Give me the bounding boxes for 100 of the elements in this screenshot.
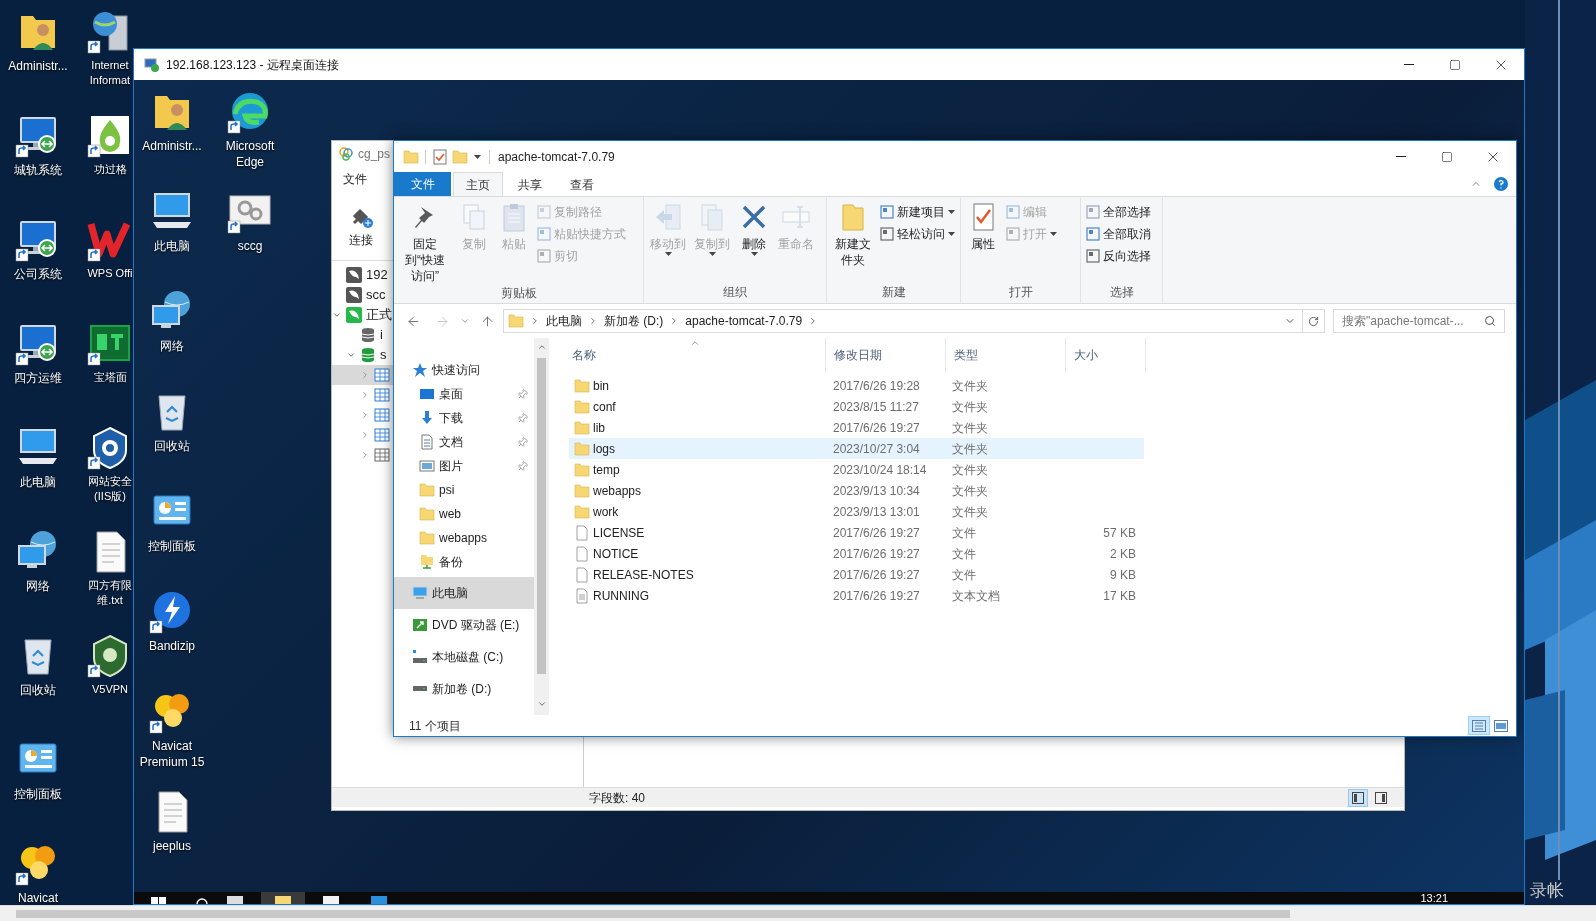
icon-label[interactable]: Administr... xyxy=(8,58,68,74)
file-row[interactable]: work 2023/9/13 13:01 文件夹 xyxy=(569,501,1144,522)
ribbon-button[interactable]: 全部选择 xyxy=(1084,201,1153,223)
details-view-button[interactable] xyxy=(1468,716,1490,735)
breadcrumb[interactable]: 新加卷 (D:) xyxy=(604,312,664,330)
start-icon[interactable] xyxy=(151,897,167,904)
ribbon-tab[interactable]: 主页 xyxy=(453,172,503,196)
up-icon[interactable] xyxy=(480,313,495,329)
icon-label[interactable]: 四方运维 xyxy=(14,370,62,386)
tree-item[interactable]: s xyxy=(332,345,393,365)
view-toggle-button[interactable] xyxy=(1348,788,1368,807)
nav-item[interactable]: 文档 xyxy=(394,430,534,454)
ribbon-button[interactable]: 属性 xyxy=(964,197,1002,252)
icon-label[interactable]: 回收站 xyxy=(154,438,190,454)
menu-item[interactable]: 文件 xyxy=(337,169,373,188)
nav-item[interactable]: 备份 xyxy=(394,550,534,574)
folder-icon xyxy=(403,148,419,165)
nav-item[interactable]: 此电脑 xyxy=(394,577,534,609)
icon-label[interactable]: 四方有限 维.txt xyxy=(88,578,132,608)
help-icon[interactable] xyxy=(1494,177,1508,191)
icon-label[interactable]: 此电脑 xyxy=(20,474,56,490)
breadcrumb[interactable]: 此电脑 xyxy=(546,312,582,330)
ribbon-button[interactable]: 删除 xyxy=(735,197,773,256)
ribbon-tab[interactable]: 查看 xyxy=(557,172,607,196)
nav-item[interactable]: 本地磁盘 (C:) xyxy=(394,641,534,673)
nav-item[interactable]: 快速访问 xyxy=(394,358,534,382)
ribbon-tab[interactable]: 共享 xyxy=(505,172,555,196)
icon-label[interactable]: 网站安全 (IIS版) xyxy=(88,474,132,504)
icon-label[interactable]: 功过格 xyxy=(93,162,127,177)
icon-label[interactable]: sccg xyxy=(237,238,263,254)
nav-item[interactable]: 图片 xyxy=(394,454,534,478)
ribbon-button[interactable]: 固定到“快速访问” xyxy=(397,197,453,284)
file-row[interactable]: NOTICE 2017/6/26 19:27 文件 2 KB xyxy=(569,543,1144,564)
icon-label[interactable]: Bandizip xyxy=(149,638,195,654)
file-row[interactable]: logs 2023/10/27 3:04 文件夹 xyxy=(569,438,1144,459)
icon-label[interactable]: Microsoft Edge xyxy=(225,138,275,170)
nav-item[interactable]: 桌面 xyxy=(394,382,534,406)
icon-label[interactable]: 控制面板 xyxy=(14,786,62,802)
ribbon-button[interactable]: 新建项目 xyxy=(878,201,957,223)
icon-label[interactable]: 公司系统 xyxy=(14,266,62,282)
scroll-thumb[interactable] xyxy=(537,358,546,674)
nav-item[interactable]: 下载 xyxy=(394,406,534,430)
search-field[interactable]: 搜索"apache-tomcat-... xyxy=(1333,309,1505,333)
sort-ascending-icon xyxy=(689,338,700,348)
icon-label[interactable]: Navicat Premium 15 xyxy=(139,738,205,770)
back-icon[interactable] xyxy=(406,313,421,329)
icon-label[interactable]: V5VPN xyxy=(91,682,129,697)
icon-label[interactable]: 控制面板 xyxy=(148,538,196,554)
file-row[interactable]: conf 2023/8/15 11:27 文件夹 xyxy=(569,396,1144,417)
icon-label[interactable]: 网络 xyxy=(160,338,184,354)
minimize-icon xyxy=(1396,156,1406,157)
icon-label[interactable]: Administr... xyxy=(142,138,202,154)
ribbon-button[interactable]: 反向选择 xyxy=(1084,245,1153,267)
icon-label[interactable]: 城轨系统 xyxy=(14,162,62,178)
file-tab[interactable]: 文件 xyxy=(394,172,451,196)
column-header[interactable]: 大小 xyxy=(1066,338,1146,372)
connect-button[interactable]: 连接 xyxy=(346,191,376,249)
column-header[interactable]: 类型 xyxy=(946,338,1066,372)
nav-item[interactable]: web xyxy=(394,502,534,526)
icon-label[interactable]: 网络 xyxy=(26,578,50,594)
tree-item[interactable] xyxy=(332,365,393,385)
icon-label[interactable]: 宝塔面 xyxy=(93,370,127,385)
breadcrumb[interactable]: apache-tomcat-7.0.79 xyxy=(685,312,803,330)
nav-item[interactable]: 新加卷 (D:) xyxy=(394,673,534,705)
folder-icon[interactable] xyxy=(261,892,305,904)
tree-item[interactable]: 192 xyxy=(332,265,393,285)
file-type: 文本文档 xyxy=(951,587,1001,605)
file-row[interactable]: temp 2023/10/24 18:14 文件夹 xyxy=(569,459,1144,480)
icon-label[interactable]: WPS Offi xyxy=(87,266,133,281)
ribbon-button[interactable]: 轻松访问 xyxy=(878,223,957,245)
icon-label[interactable]: jeeplus xyxy=(153,838,191,854)
file-row[interactable]: RELEASE-NOTES 2017/6/26 19:27 文件 9 KB xyxy=(569,564,1144,585)
file-row[interactable]: RUNNING 2017/6/26 19:27 文本文档 17 KB xyxy=(569,585,1144,606)
icon-label[interactable]: 回收站 xyxy=(20,682,56,698)
refresh-button[interactable] xyxy=(1303,309,1325,333)
caret-icon xyxy=(708,252,716,256)
nav-item[interactable]: webapps xyxy=(394,526,534,550)
file-row[interactable]: LICENSE 2017/6/26 19:27 文件 57 KB xyxy=(569,522,1144,543)
icon-label[interactable]: Internet Informat xyxy=(89,58,131,88)
tree-item[interactable]: scc xyxy=(332,285,393,305)
file-row[interactable]: lib 2017/6/26 19:27 文件夹 xyxy=(569,417,1144,438)
column-header[interactable]: 名称 xyxy=(564,338,826,372)
file-name: RUNNING xyxy=(593,587,649,605)
address-bar[interactable]: 此电脑 新加卷 (D:) apache-tomcat-7.0.79 xyxy=(503,309,1303,333)
icon-label[interactable]: 此电脑 xyxy=(154,238,190,254)
checkmark-icon[interactable] xyxy=(432,148,448,165)
ribbon-button[interactable]: 新建文件夹 xyxy=(830,197,876,268)
search-icon[interactable] xyxy=(195,897,209,904)
ribbon-button[interactable]: 全部取消 xyxy=(1084,223,1153,245)
group-label: 组织 xyxy=(722,284,748,301)
scroll-thumb[interactable] xyxy=(16,909,1290,918)
tree-item[interactable]: 正式 xyxy=(332,305,393,325)
nav-item[interactable]: psi xyxy=(394,478,534,502)
file-row[interactable]: bin 2017/6/26 19:28 文件夹 xyxy=(569,375,1144,396)
tree-item[interactable]: i xyxy=(332,325,393,345)
icon-label[interactable]: Navicat xyxy=(18,890,58,906)
column-header[interactable]: 修改日期 xyxy=(826,338,946,372)
nav-item[interactable]: DVD 驱动器 (E:) xyxy=(394,609,534,641)
caret-icon xyxy=(664,252,672,256)
file-row[interactable]: webapps 2023/9/13 10:34 文件夹 xyxy=(569,480,1144,501)
